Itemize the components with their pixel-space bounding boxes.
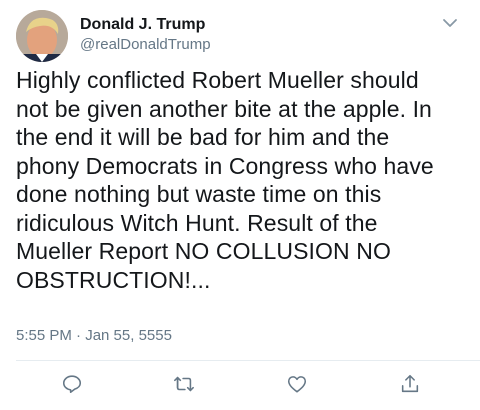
user-handle[interactable]: @realDonaldTrump <box>80 36 211 54</box>
tweet-timestamp[interactable]: 5:55 PM · Jan 55, 5555 <box>16 327 172 344</box>
reply-icon <box>62 375 82 394</box>
display-name[interactable]: Donald J. Trump <box>80 16 211 34</box>
retweet-icon <box>174 376 194 392</box>
avatar[interactable] <box>16 10 68 62</box>
reply-button[interactable] <box>60 372 84 396</box>
like-button[interactable] <box>285 372 309 396</box>
tweet-card: Donald J. Trump @realDonaldTrump Highly … <box>0 0 480 410</box>
chevron-down-icon[interactable] <box>442 16 458 28</box>
tweet-actions <box>0 370 480 400</box>
tweet-text: Highly conflicted Robert Mueller should … <box>16 67 434 293</box>
heart-icon <box>287 376 307 393</box>
share-button[interactable] <box>398 372 422 396</box>
tweet-header: Donald J. Trump @realDonaldTrump <box>16 10 211 62</box>
retweet-button[interactable] <box>172 372 196 396</box>
user-names: Donald J. Trump @realDonaldTrump <box>80 16 211 54</box>
divider <box>16 360 480 361</box>
avatar-image <box>16 10 68 62</box>
share-icon <box>401 374 419 393</box>
